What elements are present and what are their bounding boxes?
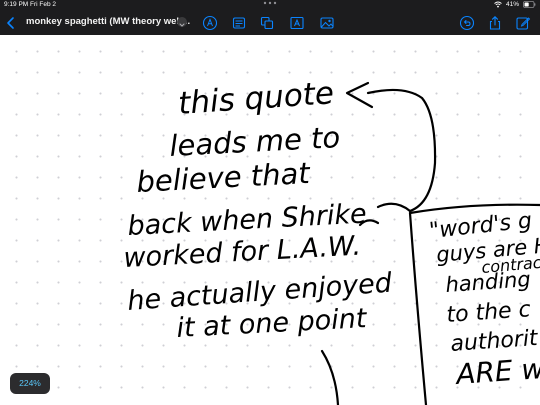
title-menu-button[interactable]: [177, 17, 187, 27]
toolbar: monkey spaghetti (MW theory web...: [0, 11, 540, 35]
edit-icon[interactable]: [515, 15, 531, 31]
drawing-canvas[interactable]: this quote leads me to believe that back…: [0, 35, 540, 405]
pen-stroke-lower: [320, 349, 340, 405]
text-box-icon[interactable]: [231, 15, 247, 31]
handwritten-line: this quote: [177, 75, 335, 122]
image-insert-icon[interactable]: [319, 15, 335, 31]
back-chevron-icon[interactable]: [5, 16, 17, 30]
handwritten-line: believe that: [136, 156, 312, 199]
side-box-line: ARE w: [453, 352, 540, 391]
arrow-line: [366, 88, 437, 213]
connector-line: [376, 202, 412, 213]
status-date: Fri Feb 2: [30, 1, 57, 8]
quote-box-left: [408, 211, 428, 405]
chevron-down-icon: [179, 23, 185, 27]
arrowhead: [345, 81, 374, 109]
battery-icon: [523, 1, 536, 8]
battery-percentage: 41%: [505, 1, 519, 8]
undo-icon[interactable]: [459, 15, 475, 31]
zoom-level-indicator[interactable]: 224%: [10, 373, 50, 394]
wifi-icon: [494, 1, 502, 8]
pen-tool-icon[interactable]: [202, 15, 218, 31]
status-right: 41%: [494, 1, 536, 8]
text-insert-icon[interactable]: [289, 15, 305, 31]
handwritten-line: leads me to: [169, 120, 341, 163]
side-box-line: handing: [445, 267, 532, 297]
document-title[interactable]: monkey spaghetti (MW theory web...: [26, 16, 190, 27]
side-box-line: to the c: [446, 297, 532, 328]
shapes-icon[interactable]: [259, 15, 275, 31]
ink-layer: this quote leads me to believe that back…: [123, 75, 540, 405]
status-bar: 9:19 PM Fri Feb 2 41%: [0, 0, 540, 11]
share-icon[interactable]: [487, 15, 503, 31]
status-time: 9:19 PM: [4, 1, 29, 8]
multitasking-dots-icon[interactable]: [263, 0, 277, 6]
